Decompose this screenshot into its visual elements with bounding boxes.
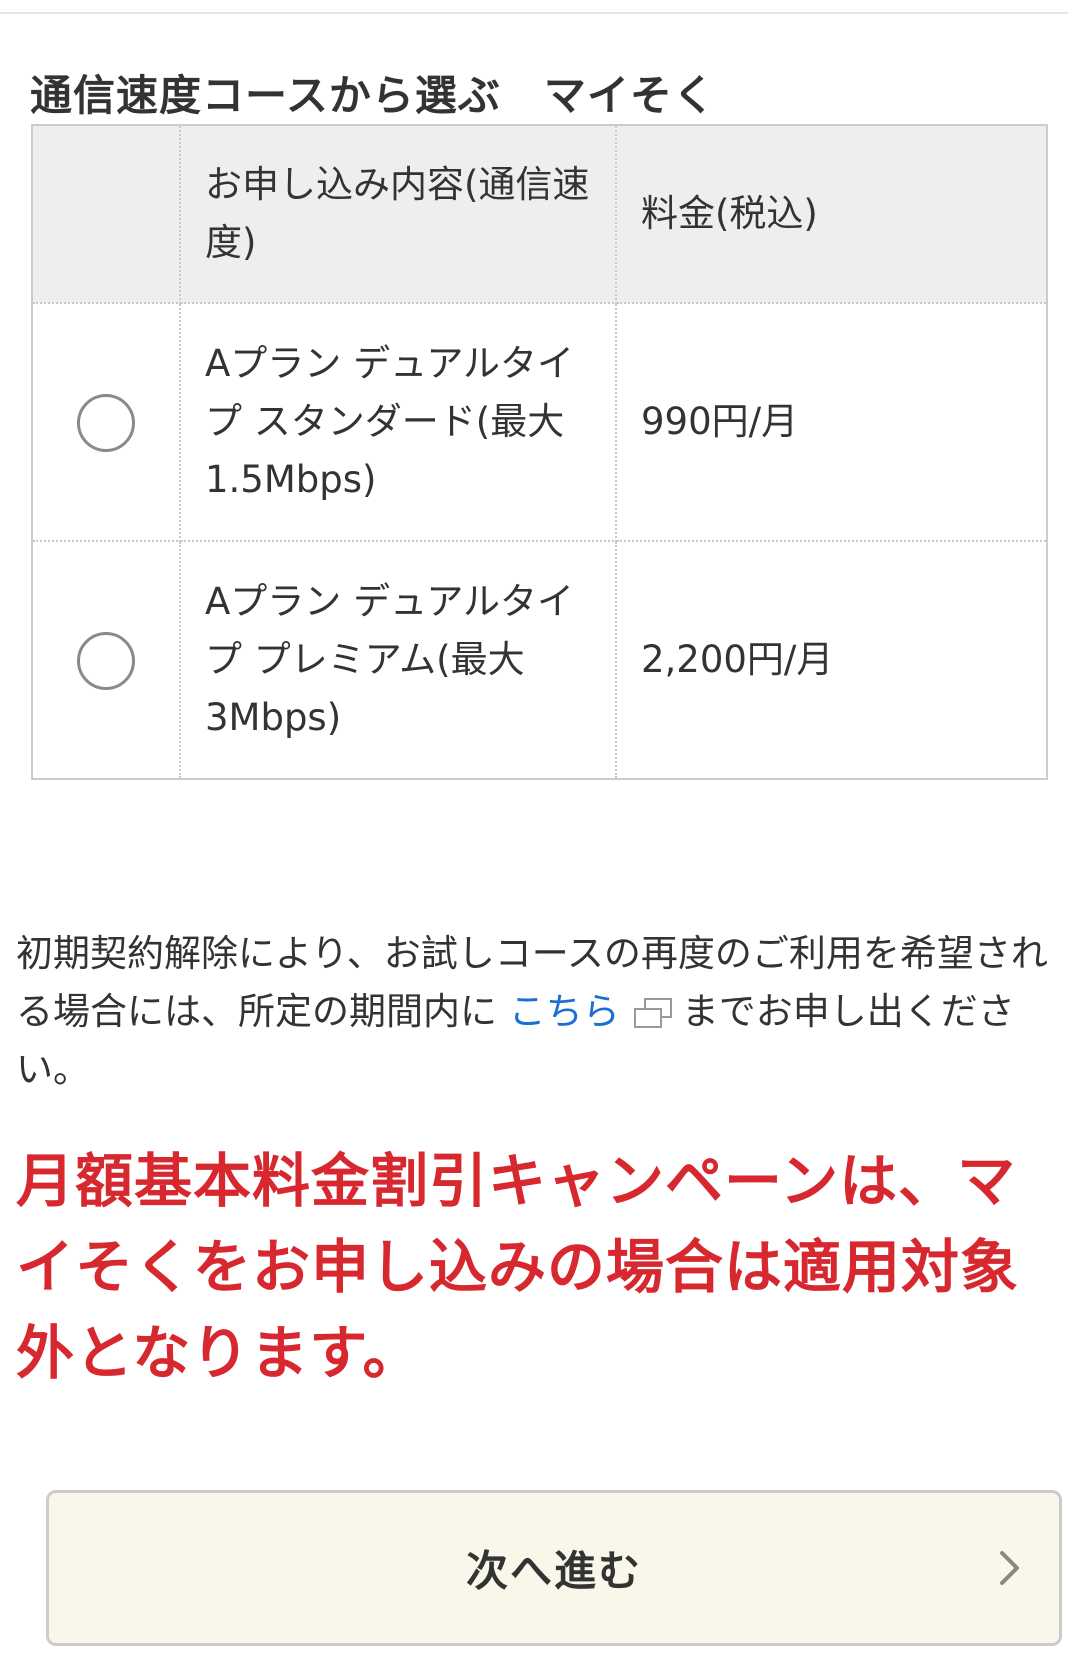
section-title: 通信速度コースから選ぶ マイそく — [30, 71, 716, 120]
radio-cell[interactable] — [31, 302, 181, 542]
table-row[interactable]: Aプラン デュアルタイプ プレミアム(最大3Mbps) 2,200円/月 — [31, 540, 1048, 780]
header-price: 料金(税込) — [615, 124, 1048, 304]
plan-price: 2,200円/月 — [615, 540, 1048, 780]
notice-link[interactable]: こちら — [509, 990, 620, 1033]
radio-cell[interactable] — [31, 540, 181, 780]
course-table: お申し込み内容(通信速度) 料金(税込) Aプラン デュアルタイプ スタンダード… — [31, 124, 1048, 780]
plan-name: Aプラン デュアルタイプ プレミアム(最大3Mbps) — [179, 540, 617, 780]
plan-radio-standard[interactable] — [77, 393, 135, 452]
external-window-icon[interactable] — [633, 996, 674, 1030]
chevron-right-icon — [1000, 1551, 1019, 1585]
plan-radio-premium[interactable] — [77, 631, 135, 690]
table-row[interactable]: Aプラン デュアルタイプ スタンダード(最大1.5Mbps) 990円/月 — [31, 302, 1048, 542]
plan-name: Aプラン デュアルタイプ スタンダード(最大1.5Mbps) — [179, 302, 617, 542]
cancellation-notice: 初期契約解除により、お試しコースの再度のご利用を希望される場合には、所定の期間内… — [16, 925, 1056, 1099]
top-divider — [0, 12, 1068, 14]
header-select — [31, 124, 181, 304]
header-plan: お申し込み内容(通信速度) — [179, 124, 617, 304]
plan-price: 990円/月 — [615, 302, 1048, 542]
campaign-warning: 月額基本料金割引キャンペーンは、マイそくをお申し込みの場合は適用対象外となります… — [16, 1147, 1020, 1387]
next-button[interactable]: 次へ進む — [46, 1490, 1062, 1646]
next-button-label: 次へ進む — [465, 1546, 642, 1596]
table-header-row: お申し込み内容(通信速度) 料金(税込) — [31, 124, 1048, 304]
